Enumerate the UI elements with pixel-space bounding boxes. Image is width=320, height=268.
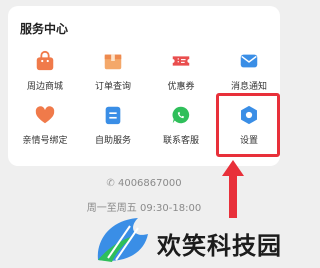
service-item-orders[interactable]: 订单查询 bbox=[82, 50, 144, 104]
chat-icon bbox=[172, 106, 190, 124]
service-item-contact-support[interactable]: 联系客服 bbox=[150, 104, 212, 158]
service-item-mall[interactable]: 周边商城 bbox=[14, 50, 76, 104]
package-box-icon bbox=[104, 54, 122, 70]
service-item-label: 消息通知 bbox=[230, 82, 267, 92]
settings-highlight-box bbox=[216, 93, 280, 157]
service-item-coupons[interactable]: 优惠券 bbox=[150, 50, 212, 104]
service-item-self-service[interactable]: 自助服务 bbox=[82, 104, 144, 158]
message-icon bbox=[240, 54, 258, 68]
brand-name: 欢笑科技园 bbox=[157, 232, 282, 260]
service-center-card: 服务中心 周边商城 订单查询 优惠券 消息通知 亲情号绑定 自助服务 联系客服 … bbox=[8, 6, 280, 166]
service-item-family-binding[interactable]: 亲情号绑定 bbox=[14, 104, 76, 158]
phone-icon: ✆ bbox=[106, 178, 115, 189]
service-item-label: 优惠券 bbox=[167, 82, 195, 92]
contact-phone-row[interactable]: ✆ 4006867000 bbox=[0, 178, 288, 189]
service-item-label: 亲情号绑定 bbox=[22, 136, 68, 146]
service-item-label: 周边商城 bbox=[26, 82, 63, 92]
service-hours: 周一至周五 09:30-18:00 bbox=[86, 203, 202, 214]
brand-logo-icon bbox=[97, 218, 148, 262]
clipboard-icon bbox=[105, 106, 121, 125]
ticket-icon bbox=[172, 56, 190, 66]
section-title: 服务中心 bbox=[20, 22, 69, 36]
heart-icon bbox=[35, 106, 55, 124]
shop-bag-icon bbox=[36, 50, 54, 71]
red-arrow-icon bbox=[222, 160, 244, 218]
contact-phone: 4006867000 bbox=[117, 178, 182, 189]
service-item-label: 联系客服 bbox=[162, 136, 199, 146]
service-item-label: 自助服务 bbox=[94, 136, 131, 146]
service-item-label: 订单查询 bbox=[94, 82, 131, 92]
